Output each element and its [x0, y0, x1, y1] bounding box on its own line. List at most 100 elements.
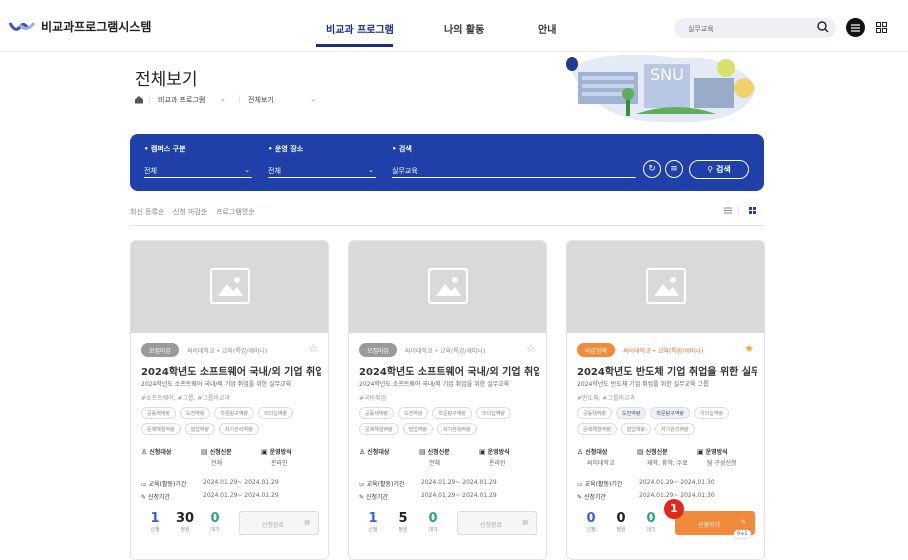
person-icon: ♙: [359, 448, 366, 456]
search-button-label: 검색: [715, 165, 731, 174]
competency-chip: 학문탐구역량: [432, 407, 473, 419]
status-badge: 마감임박: [577, 343, 616, 357]
play-icon: ▣: [697, 448, 704, 456]
filter-settings-icon[interactable]: ≡: [665, 160, 683, 178]
stat-number: 0: [210, 511, 220, 526]
search-icon[interactable]: [817, 21, 829, 33]
document-icon: ▤: [201, 448, 208, 456]
competency-chip: 자기관리역량: [655, 423, 695, 435]
card-title[interactable]: 2024학년도 반도체 기업 취업을 위한 실무...: [577, 363, 757, 378]
filter-search-input[interactable]: 실무교육: [392, 164, 636, 178]
user-menu-icon[interactable]: [846, 18, 865, 37]
pencil-icon: ✎: [141, 494, 148, 501]
breadcrumb-current[interactable]: 전체보기: [248, 95, 274, 105]
logo-text: 비교과프로그램시스템: [41, 20, 152, 34]
favorite-star-icon[interactable]: ☆: [526, 342, 536, 355]
stat-capacity: 0 정원: [609, 511, 633, 533]
stat-label: 정원: [616, 527, 626, 533]
sort-deadline[interactable]: 신청 마감순: [173, 207, 207, 217]
chevron-down-icon[interactable]: ⌄: [220, 95, 226, 103]
apply-period-value: 2024.01.29~ 2024.01.29: [203, 492, 279, 499]
edu-period-label-text: 교육(활동)기간: [584, 481, 623, 488]
stat-number: 1: [368, 511, 378, 526]
reset-icon[interactable]: ↻: [643, 160, 661, 178]
stat-label: 대기: [646, 527, 656, 533]
sort-latest[interactable]: 최신 등록순: [130, 207, 164, 217]
play-icon: ▣: [261, 448, 268, 456]
card-thumbnail[interactable]: [131, 241, 328, 333]
competency-chips: 공동체역량 도전역량 학문탐구역량 리더십역량 문제해결역량 협업역량 자기관리역량: [141, 407, 323, 435]
competency-chip: 학문탐구역량: [650, 407, 691, 419]
chevron-down-icon: ⌄: [368, 166, 374, 174]
competency-chip: 학문탐구역량: [214, 407, 255, 419]
campus-select-value: 전체: [144, 167, 157, 175]
stat-number: 0: [646, 511, 656, 526]
list-view-icon[interactable]: [724, 207, 732, 214]
apply-button[interactable]: 신청완료 ▤: [457, 511, 537, 535]
sort-name[interactable]: 프로그램명순: [216, 207, 255, 217]
home-icon[interactable]: [134, 95, 144, 104]
search-filter-label: • 검색: [392, 145, 412, 153]
card-title[interactable]: 2024학년도 소프트웨어 국내/외 기업 취업...: [359, 363, 539, 378]
nav-guide[interactable]: 안내: [538, 21, 556, 36]
extension-badge: 0+1: [734, 530, 751, 538]
card-title[interactable]: 2024학년도 소프트웨어 국내/외 기업 취업...: [141, 363, 321, 378]
competency-chip: 협업역량: [620, 423, 652, 435]
document-icon: ▤: [304, 519, 310, 526]
nav-extracurricular[interactable]: 비교과 프로그램: [326, 21, 394, 36]
header-search-input[interactable]: 실무교육: [674, 18, 836, 38]
card-organization: 싸이대학교 • 교육(특강/세미나): [623, 348, 704, 355]
stat-label: 신청: [368, 527, 378, 533]
search-button[interactable]: ⚲ 검색: [689, 160, 749, 179]
edu-period-label: ▭ 교육(활동)기간: [577, 479, 622, 488]
stat-applied: 1 신청: [361, 511, 385, 533]
meta-label: 신청신분: [645, 449, 668, 456]
meta-value: 재학, 휴학, 수료: [647, 460, 688, 467]
meta-label: 운영방식: [487, 449, 510, 456]
card-hashtags: #소프트웨어, #그룹, #그룹비교과: [141, 395, 230, 402]
meta-method: ▣ 운영방식 온라인: [261, 447, 292, 467]
pencil-icon: ✎: [740, 519, 746, 526]
edu-period-value: 2024.01.29~ 2024.01.30: [639, 479, 715, 486]
stat-applied: 1 신청: [143, 511, 167, 533]
nav-active-indicator: [316, 44, 393, 47]
book-icon: ▭: [359, 481, 367, 488]
competency-chip: 공동체역량: [141, 407, 177, 419]
card-thumbnail[interactable]: [567, 241, 764, 333]
play-icon: ▣: [479, 448, 486, 456]
stat-number: 0: [428, 511, 438, 526]
campus-select[interactable]: 전체 ⌄: [144, 164, 252, 178]
top-header: 비교과프로그램시스템 비교과 프로그램 나의 활동 안내 실무교육: [0, 0, 908, 52]
divider: [130, 225, 764, 226]
favorite-star-icon[interactable]: ☆: [308, 342, 318, 355]
meta-target: ♙ 신청대상: [359, 447, 389, 458]
stat-label: 대기: [428, 527, 438, 533]
competency-chips: 공동체역량 도전역량 학문탐구역량 리더십역량 문제해결역량 협업역량 자기관리역량: [359, 407, 541, 435]
stat-number: 0: [586, 511, 596, 526]
grid-view-icon[interactable]: [749, 207, 756, 214]
apps-grid-icon[interactable]: [876, 22, 887, 33]
program-card[interactable]: 모집마감 싸이대학교 • 교육(특강/세미나) ☆ 2024학년도 소프트웨어 …: [130, 240, 329, 560]
competency-chip: 문제해결역량: [141, 423, 181, 435]
card-thumbnail[interactable]: [349, 241, 546, 333]
place-select[interactable]: 전체 ⌄: [268, 164, 376, 178]
breadcrumb-category[interactable]: 비교과 프로그램: [158, 95, 205, 105]
document-icon: ▤: [637, 448, 644, 456]
page-title: 전체보기: [135, 70, 198, 90]
competency-chip: 공동체역량: [359, 407, 395, 419]
meta-value: 전체: [429, 460, 441, 467]
apply-button[interactable]: 신청완료 ▤: [239, 511, 319, 535]
edu-period-label: ▭ 교육(활동)기간: [141, 479, 186, 488]
card-subtitle: 2024학년도 반도체 기업 취업을 위한 실무교육 그룹: [577, 381, 709, 388]
favorite-star-icon[interactable]: ★: [744, 342, 754, 355]
nav-my-activity[interactable]: 나의 활동: [444, 21, 484, 36]
meta-status: ▤ 신청신분 전체: [419, 447, 450, 467]
program-card[interactable]: 모집마감 싸이대학교 • 교육(특강/세미나) ☆ 2024학년도 소프트웨어 …: [348, 240, 547, 560]
stat-capacity: 5 정원: [391, 511, 415, 533]
logo[interactable]: 비교과프로그램시스템: [8, 18, 151, 35]
apply-period-label: ✎ 신청기간: [141, 492, 170, 501]
competency-chip: 자기관리역량: [219, 423, 259, 435]
image-placeholder-icon: [646, 268, 686, 304]
stat-applied: 0 신청: [579, 511, 603, 533]
chevron-down-icon[interactable]: ⌄: [310, 95, 316, 103]
